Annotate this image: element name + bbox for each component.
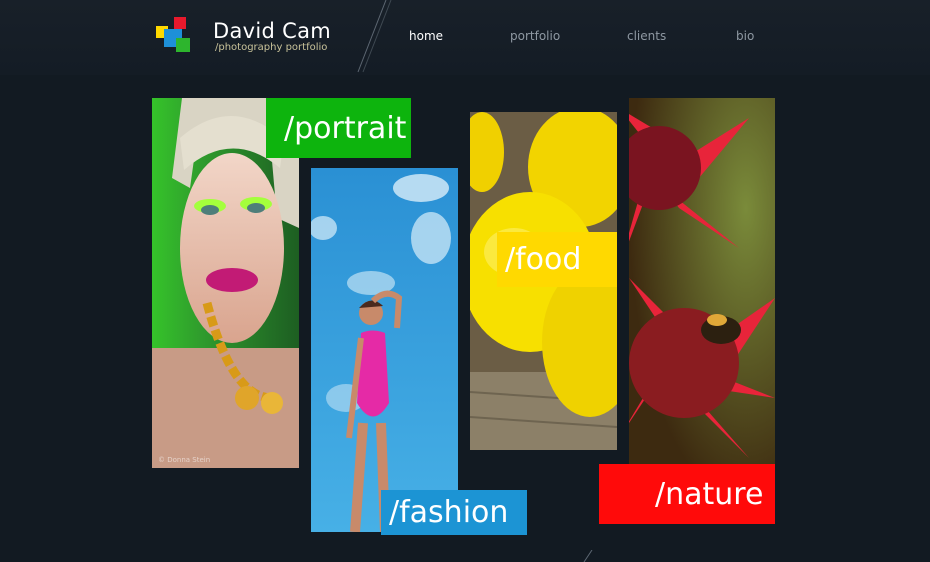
nav-clients[interactable]: clients bbox=[627, 29, 666, 43]
portrait-label[interactable]: /portrait bbox=[266, 98, 411, 158]
fashion-photo[interactable] bbox=[311, 168, 458, 532]
nature-photo[interactable] bbox=[629, 98, 775, 466]
logo-icon[interactable] bbox=[154, 16, 194, 54]
nav-bio[interactable]: bio bbox=[736, 29, 754, 43]
fashion-label-text: /fashion bbox=[389, 495, 509, 530]
bottom-slash-icon bbox=[583, 550, 593, 562]
brand-tagline: /photography portfolio bbox=[215, 42, 328, 53]
divider-slash-icon bbox=[357, 0, 392, 73]
nature-label-text: /nature bbox=[655, 476, 764, 512]
nav-home[interactable]: home bbox=[409, 29, 443, 43]
food-label-text: /food bbox=[505, 242, 582, 277]
header-bar bbox=[0, 0, 930, 75]
photo-credit: © Donna Stein bbox=[158, 456, 211, 464]
nav-portfolio[interactable]: portfolio bbox=[510, 29, 560, 43]
brand-name[interactable]: David Cam bbox=[213, 19, 331, 43]
fashion-label[interactable]: /fashion bbox=[381, 490, 527, 535]
nature-label[interactable]: /nature bbox=[599, 464, 775, 524]
portrait-label-text: /portrait bbox=[284, 110, 407, 146]
food-label[interactable]: /food bbox=[497, 232, 617, 287]
